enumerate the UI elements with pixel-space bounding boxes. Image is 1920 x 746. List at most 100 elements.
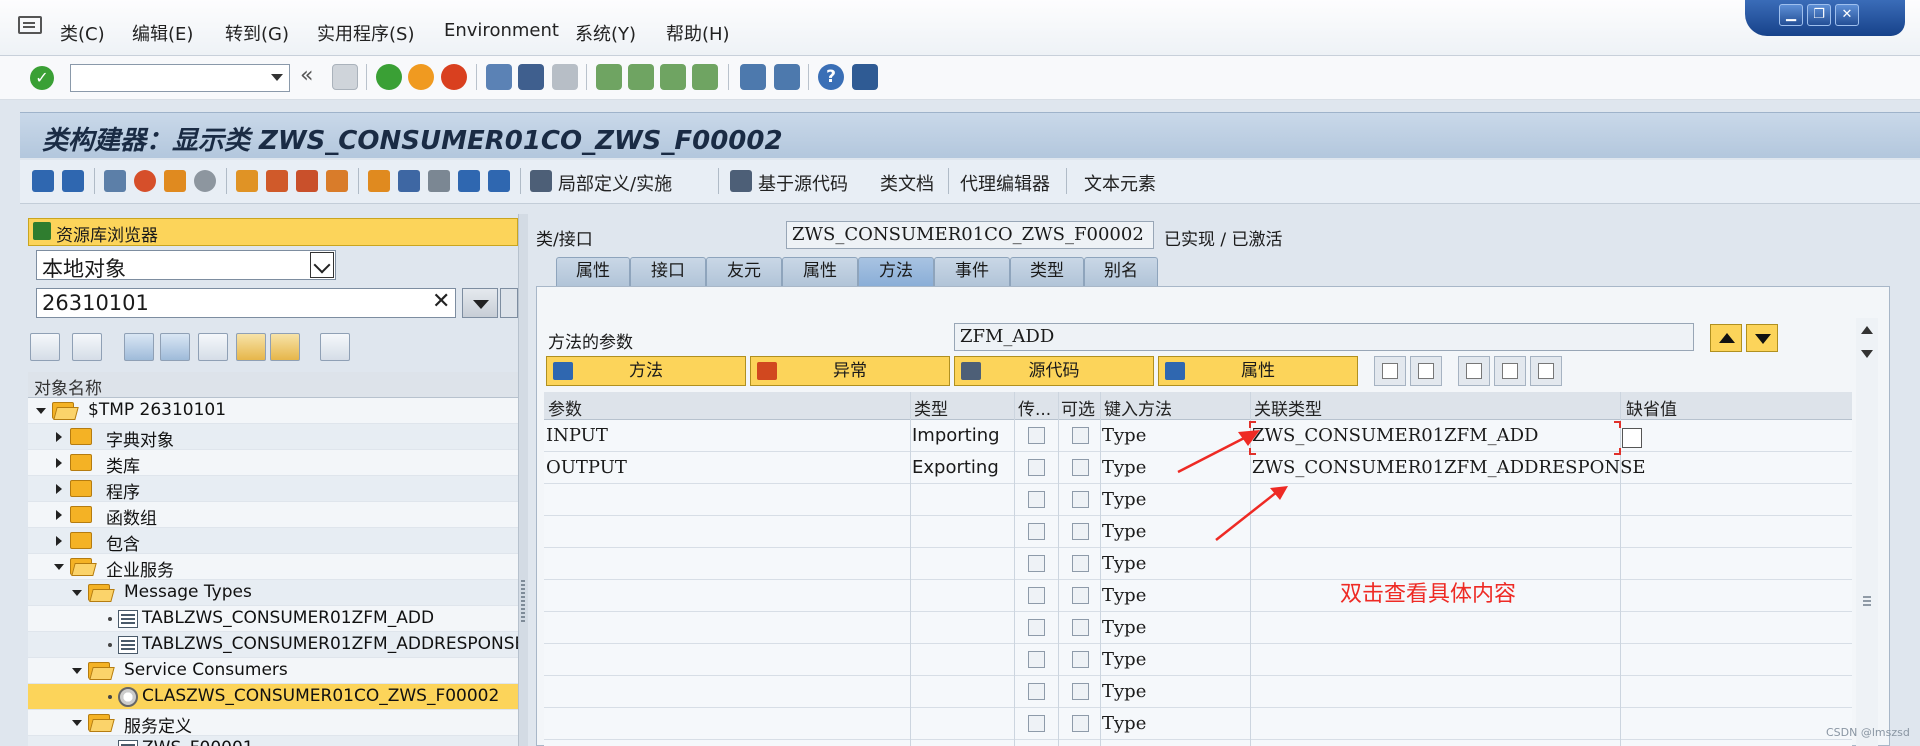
source-code-based-icon[interactable] — [730, 170, 752, 192]
paste-button[interactable] — [1530, 356, 1562, 386]
close-window-icon[interactable]: ✕ — [1835, 4, 1859, 26]
tab-methods[interactable]: 方法 — [858, 257, 934, 286]
next-page-icon[interactable] — [660, 64, 686, 90]
col-parameter[interactable]: 参数 — [548, 395, 582, 420]
optional-checkbox[interactable] — [1072, 683, 1089, 700]
param-name-cell[interactable]: OUTPUT — [546, 457, 627, 478]
refresh-icon[interactable] — [320, 333, 350, 361]
pass-value-checkbox[interactable] — [1028, 523, 1045, 540]
optional-checkbox[interactable] — [1072, 715, 1089, 732]
optional-checkbox[interactable] — [1072, 619, 1089, 636]
splitter-grip[interactable] — [521, 580, 525, 624]
tab-properties[interactable]: 属性 — [556, 257, 630, 286]
print-icon[interactable] — [486, 64, 512, 90]
system-menu-icon[interactable] — [18, 16, 42, 34]
pass-value-checkbox[interactable] — [1028, 587, 1045, 604]
info-icon[interactable] — [488, 170, 510, 192]
optional-checkbox[interactable] — [1072, 491, 1089, 508]
find-next-icon[interactable] — [552, 64, 578, 90]
text-elements-button[interactable]: 文本元素 — [1084, 170, 1156, 196]
delete-row-button[interactable] — [1410, 356, 1442, 386]
restore-icon[interactable]: ❐ — [1807, 4, 1831, 26]
navigate-icon[interactable] — [326, 170, 348, 192]
tab-friends[interactable]: 友元 — [706, 257, 782, 286]
wizard-icon[interactable] — [266, 170, 288, 192]
table-row[interactable]: Type — [544, 580, 1852, 612]
source-code-based-button[interactable]: 基于源代码 — [758, 170, 848, 196]
typing-method-cell[interactable]: Type — [1102, 681, 1146, 702]
typing-method-cell[interactable]: Type — [1102, 425, 1146, 446]
tree-node[interactable]: 服务定义 — [28, 710, 518, 737]
first-page-icon[interactable] — [596, 64, 622, 90]
tree-node[interactable]: 类库 — [28, 450, 518, 477]
menu-goto[interactable]: 转到(G) — [225, 20, 289, 46]
tree-node[interactable]: TABLZWS_CONSUMER01ZFM_ADDRESPONSE — [28, 632, 518, 658]
optional-checkbox[interactable] — [1072, 427, 1089, 444]
activate-icon[interactable] — [164, 170, 186, 192]
change-display-icon[interactable] — [104, 170, 126, 192]
check-icon[interactable] — [134, 170, 156, 192]
typing-method-cell[interactable]: Type — [1102, 521, 1146, 542]
save-icon[interactable] — [332, 64, 358, 90]
value-help-icon[interactable] — [1622, 428, 1642, 448]
history-dropdown-button[interactable] — [462, 288, 498, 318]
help-icon[interactable]: ? — [818, 64, 844, 90]
source-code-button[interactable]: 源代码 — [954, 356, 1154, 386]
param-kind-cell[interactable]: Importing — [912, 425, 1000, 446]
typing-method-cell[interactable]: Type — [1102, 649, 1146, 670]
clear-icon[interactable]: ✕ — [432, 289, 450, 314]
filter-icon[interactable] — [458, 170, 480, 192]
menu-utilities[interactable]: 实用程序(S) — [317, 20, 414, 46]
collapse-all-icon[interactable] — [160, 333, 190, 361]
table-row[interactable]: Type — [544, 612, 1852, 644]
optional-checkbox[interactable] — [1072, 555, 1089, 572]
tree-node[interactable]: Message Types — [28, 580, 518, 606]
tree-node[interactable]: Service Consumers — [28, 658, 518, 684]
menu-environment[interactable]: Environment — [444, 20, 559, 41]
collapse-node-icon[interactable] — [72, 590, 82, 596]
pass-value-checkbox[interactable] — [1028, 491, 1045, 508]
optional-checkbox[interactable] — [1072, 587, 1089, 604]
hierarchy-icon[interactable] — [236, 333, 266, 361]
last-page-icon[interactable] — [692, 64, 718, 90]
tab-interfaces[interactable]: 接口 — [630, 257, 706, 286]
local-definitions-button[interactable]: 局部定义/实施 — [558, 170, 672, 196]
find-icon[interactable] — [198, 333, 228, 361]
new-session-icon[interactable] — [740, 64, 766, 90]
class-documentation-button[interactable]: 类文档 — [880, 170, 934, 196]
prev-page-icon[interactable] — [628, 64, 654, 90]
vertical-scrollbar[interactable] — [1856, 318, 1878, 746]
collapse-command-icon[interactable]: « — [300, 63, 313, 88]
scroll-up-icon[interactable] — [1861, 326, 1873, 334]
tree-node[interactable]: 字典对象 — [28, 424, 518, 451]
tab-events[interactable]: 事件 — [934, 257, 1010, 286]
back-arrow-icon[interactable] — [32, 170, 54, 192]
menu-system[interactable]: 系统(Y) — [575, 20, 636, 46]
col-type[interactable]: 类型 — [914, 395, 948, 420]
customize-layout-icon[interactable] — [852, 64, 878, 90]
tree-node[interactable]: $TMP 26310101 — [28, 398, 518, 424]
methods-button[interactable]: 方法 — [546, 356, 746, 386]
typing-method-cell[interactable]: Type — [1102, 713, 1146, 734]
pass-value-checkbox[interactable] — [1028, 651, 1045, 668]
pass-value-checkbox[interactable] — [1028, 715, 1045, 732]
tree-node[interactable]: 程序 — [28, 476, 518, 503]
tree-node[interactable]: 企业服务 — [28, 554, 518, 581]
forward-arrow-icon[interactable] — [62, 170, 84, 192]
hierarchy-icon[interactable] — [236, 170, 258, 192]
command-field[interactable] — [70, 64, 290, 92]
col-optional[interactable]: 可选 — [1061, 395, 1095, 420]
tree-node[interactable]: 函数组 — [28, 502, 518, 529]
typing-method-cell[interactable]: Type — [1102, 489, 1146, 510]
chevron-down-icon[interactable] — [310, 252, 334, 278]
tree-node[interactable]: TABLZWS_CONSUMER01ZFM_ADD — [28, 606, 518, 632]
table-row[interactable]: Type — [544, 708, 1852, 740]
tree-node[interactable]: ZWS_F00001 — [28, 736, 518, 746]
typing-method-cell[interactable]: Type — [1102, 553, 1146, 574]
param-kind-cell[interactable]: Exporting — [912, 457, 999, 478]
tree-node[interactable]: 包含 — [28, 528, 518, 555]
associated-type-cell[interactable]: ZWS_CONSUMER01ZFM_ADDRESPONSE — [1252, 457, 1646, 478]
tab-aliases[interactable]: 别名 — [1084, 257, 1158, 286]
col-default-value[interactable]: 缺省值 — [1626, 395, 1677, 420]
favorites-icon[interactable] — [270, 333, 300, 361]
